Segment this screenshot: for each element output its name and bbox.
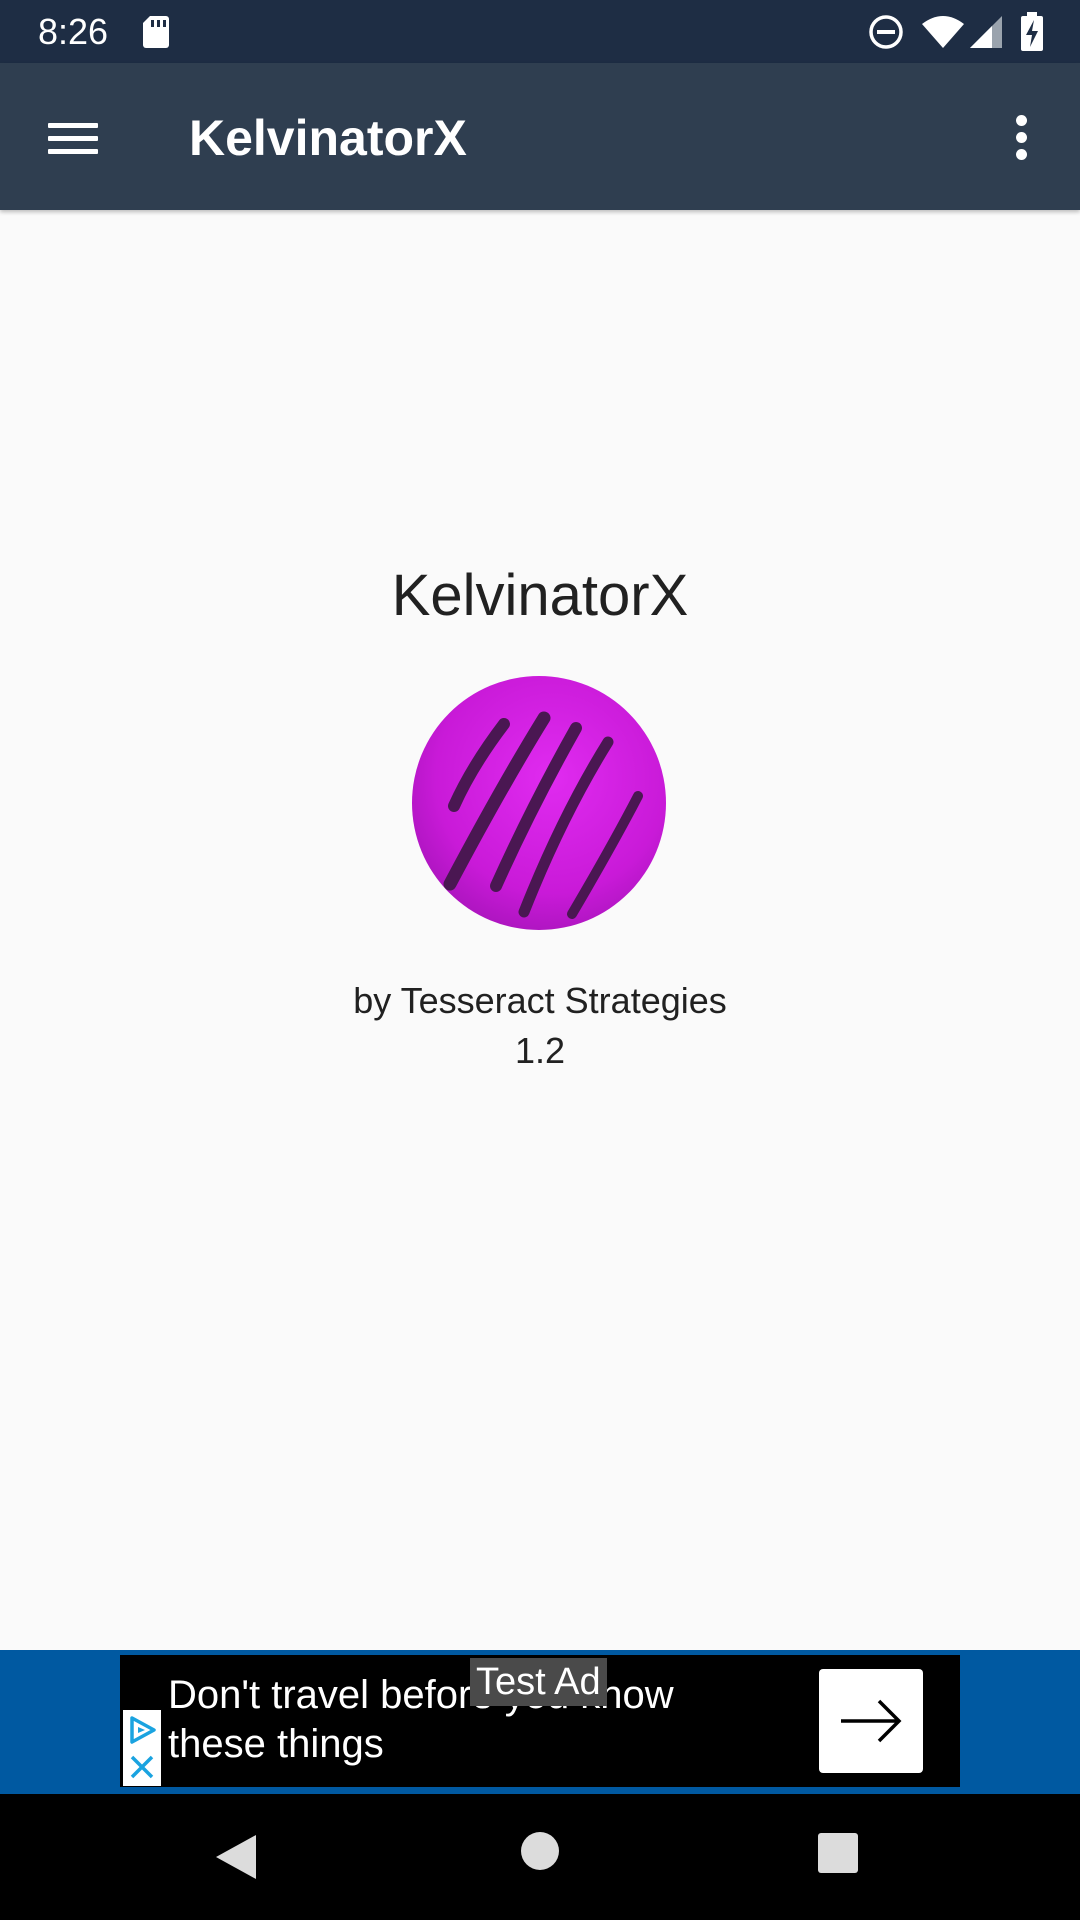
- more-vert-icon[interactable]: [1000, 103, 1044, 171]
- back-icon[interactable]: [212, 1831, 264, 1883]
- system-nav-bar: [0, 1794, 1080, 1920]
- sd-card-icon: [143, 16, 169, 48]
- status-bar: 8:26: [0, 0, 1080, 63]
- home-icon[interactable]: [520, 1831, 560, 1871]
- app-bar: KelvinatorX: [0, 63, 1080, 210]
- status-time: 8:26: [38, 11, 109, 52]
- arrow-right-icon: [841, 1699, 902, 1743]
- wifi-icon: [922, 16, 964, 48]
- app-bar-title: KelvinatorX: [189, 110, 467, 166]
- developer-text: by Tesseract Strategies: [353, 980, 727, 1021]
- test-ad-label: Test Ad: [470, 1658, 607, 1706]
- do-not-disturb-icon: [869, 15, 903, 49]
- app-logo-icon: [412, 676, 666, 930]
- hamburger-menu-icon[interactable]: [30, 103, 116, 171]
- ad-banner[interactable]: Don't travel before you know these thing…: [0, 1650, 1080, 1794]
- ad-cta-button[interactable]: [819, 1669, 923, 1773]
- ad-headline[interactable]: Don't travel before you know these thing…: [168, 1671, 728, 1769]
- version-text: 1.2: [514, 1030, 566, 1071]
- about-app-name: KelvinatorX: [391, 563, 689, 628]
- ad-content[interactable]: Don't travel before you know these thing…: [120, 1655, 960, 1787]
- cell-signal-icon: [970, 16, 1002, 48]
- battery-charging-icon: [1021, 12, 1043, 51]
- recents-icon[interactable]: [816, 1831, 860, 1875]
- ad-choices-icon[interactable]: [123, 1710, 161, 1786]
